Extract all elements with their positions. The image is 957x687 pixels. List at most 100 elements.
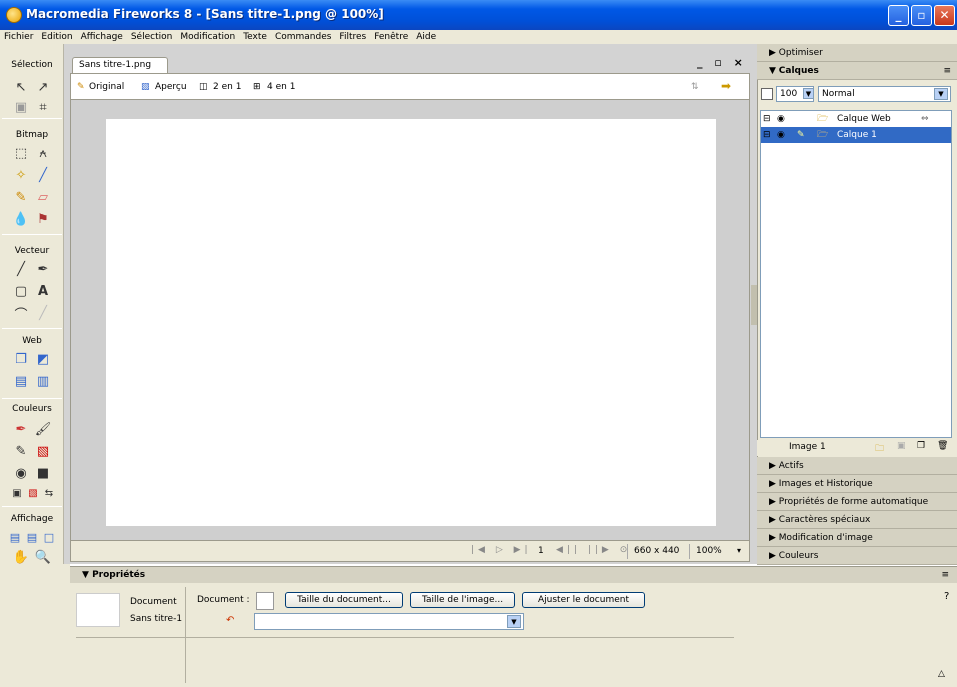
panel-special-characters[interactable]: ▶ Caractères spéciaux xyxy=(757,511,957,529)
panel-options-icon[interactable]: ≡ xyxy=(943,62,951,80)
fit-canvas-button[interactable]: Ajuster le document xyxy=(522,592,645,608)
view-2up-tab[interactable]: 2 en 1 xyxy=(213,82,241,92)
canvas[interactable] xyxy=(106,119,716,526)
export-arrow-icon[interactable]: ➡ xyxy=(721,79,731,93)
share-icon[interactable]: ⇔ xyxy=(921,111,929,127)
canvas-color-swatch[interactable] xyxy=(256,592,274,610)
properties-options-icon[interactable]: ≡ xyxy=(941,567,949,584)
panel-label: Caractères spéciaux xyxy=(778,515,871,525)
help-icon[interactable]: ? xyxy=(944,591,949,602)
paint-bucket-icon[interactable]: 🖌 xyxy=(34,420,52,438)
stroke-color-icon[interactable]: ✎ xyxy=(12,442,30,460)
document-url-select[interactable] xyxy=(254,613,524,630)
menu-filtres[interactable]: Filtres xyxy=(335,30,370,44)
add-mask-icon[interactable]: ▣ xyxy=(897,441,906,451)
menu-commandes[interactable]: Commandes xyxy=(271,30,335,44)
frame-number: 1 xyxy=(538,546,544,556)
marquee-tool-icon[interactable]: ⬚ xyxy=(12,144,30,162)
no-stroke-icon[interactable]: ▧ xyxy=(34,442,52,460)
panel-splitter[interactable] xyxy=(751,285,757,325)
knife-tool-icon[interactable]: ╱ xyxy=(34,304,52,322)
panel-calques-label: Calques xyxy=(778,66,819,76)
menu-fenetre[interactable]: Fenêtre xyxy=(370,30,412,44)
crop-tool-icon[interactable]: ⌗ xyxy=(34,98,52,116)
eraser-tool-icon[interactable]: ▱ xyxy=(34,188,52,206)
menu-aide[interactable]: Aide xyxy=(412,30,440,44)
collapse-icon[interactable]: △ xyxy=(938,669,945,679)
fullscreen-icon[interactable]: □ xyxy=(40,528,58,546)
lasso-tool-icon[interactable]: ⍲ xyxy=(34,144,52,162)
quick-export-icon[interactable]: ⇅ xyxy=(691,82,699,92)
pencil-tool-icon[interactable]: ✎ xyxy=(12,188,30,206)
properties-header[interactable]: ▼ Propriétés ≡ xyxy=(70,566,957,583)
brush-tool-icon[interactable]: ╱ xyxy=(34,166,52,184)
chevron-down-icon[interactable]: ▼ xyxy=(507,615,521,628)
view-preview-tab[interactable]: Aperçu xyxy=(155,82,187,92)
zoom-dropdown-icon[interactable]: ▾ xyxy=(737,546,741,555)
blend-dropdown-icon[interactable]: ▼ xyxy=(934,88,948,100)
blend-mode-select[interactable]: Normal xyxy=(818,86,951,102)
menu-affichage[interactable]: Affichage xyxy=(77,30,127,44)
toolbox-section-vecteur: Vecteur xyxy=(14,246,50,256)
visibility-eye-icon[interactable]: ◉ xyxy=(777,111,785,127)
view-4up-tab[interactable]: 4 en 1 xyxy=(267,82,295,92)
menu-texte[interactable]: Texte xyxy=(239,30,271,44)
document-window-controls[interactable]: _ ▫ × xyxy=(697,56,747,69)
hotspot-tool-icon[interactable]: ❐ xyxy=(12,350,30,368)
rubber-stamp-icon[interactable]: ⚑ xyxy=(34,210,52,228)
playback-controls[interactable]: |◀ ▷ ▶| xyxy=(471,545,532,555)
new-folder-icon[interactable]: 🗀 xyxy=(875,441,884,457)
pen-tool-icon[interactable]: ✒ xyxy=(34,260,52,278)
pointer-tool-icon[interactable]: ↖ xyxy=(12,78,30,96)
close-button[interactable]: ✕ xyxy=(934,5,955,26)
visibility-eye-icon[interactable]: ◉ xyxy=(777,127,785,143)
slice-tool-icon[interactable]: ◩ xyxy=(34,350,52,368)
frame-label: Image 1 xyxy=(789,442,826,452)
properties-title: Propriétés xyxy=(92,570,146,580)
show-slices-icon[interactable]: ▥ xyxy=(34,372,52,390)
standard-mode-icon[interactable]: ▤ xyxy=(6,528,24,546)
expand-icon[interactable]: ⊟ xyxy=(763,111,771,127)
eyedropper-tool-icon[interactable]: ✒ xyxy=(12,420,30,438)
panel-images-historique[interactable]: ▶ Images et Historique xyxy=(757,475,957,493)
menu-selection[interactable]: Sélection xyxy=(127,30,176,44)
image-size-button[interactable]: Taille de l'image... xyxy=(410,592,515,608)
fill-swatch-icon[interactable]: ■ xyxy=(34,464,52,482)
magic-wand-icon[interactable]: ✧ xyxy=(12,166,30,184)
minimize-button[interactable]: _ xyxy=(888,5,909,26)
text-tool-icon[interactable]: A xyxy=(34,282,52,300)
rectangle-tool-icon[interactable]: ▢ xyxy=(12,282,30,300)
swap-colors-icon[interactable]: ⇆ xyxy=(40,484,58,502)
menu-edition[interactable]: Edition xyxy=(37,30,76,44)
panel-couleurs[interactable]: ▶ Couleurs xyxy=(757,547,957,565)
trash-icon[interactable]: 🗑 xyxy=(937,441,948,451)
new-layer-icon[interactable]: ❐ xyxy=(917,441,925,451)
canvas-size-button[interactable]: Taille du document... xyxy=(285,592,403,608)
panel-optimiser[interactable]: ▶ Optimiser xyxy=(757,44,957,62)
menu-modification[interactable]: Modification xyxy=(176,30,239,44)
expand-icon[interactable]: ⊟ xyxy=(763,127,771,143)
panel-auto-shape-properties[interactable]: ▶ Propriétés de forme automatique xyxy=(757,493,957,511)
layer-row-web[interactable]: ⊟ ◉ 🗁 Calque Web ⇔ xyxy=(761,111,951,127)
fill-color-icon[interactable]: ◉ xyxy=(12,464,30,482)
opacity-dropdown-icon[interactable]: ▼ xyxy=(803,88,814,99)
subselect-tool-icon[interactable]: ↗ xyxy=(34,78,52,96)
panel-calques[interactable]: ▼ Calques ≡ xyxy=(757,62,957,80)
panel-actifs[interactable]: ▶ Actifs xyxy=(757,457,957,475)
toolbox-section-couleurs: Couleurs xyxy=(12,404,52,414)
view-original-tab[interactable]: Original xyxy=(89,82,124,92)
line-tool-icon[interactable]: ╱ xyxy=(12,260,30,278)
freeform-tool-icon[interactable]: ⌒ xyxy=(12,304,30,323)
blur-tool-icon[interactable]: 💧 xyxy=(12,210,30,228)
menu-fichier[interactable]: Fichier xyxy=(0,30,37,44)
panel-image-edit[interactable]: ▶ Modification d'image xyxy=(757,529,957,547)
frame-step-controls[interactable]: ◀|| ||▶ ⊙ xyxy=(556,545,631,555)
two-up-icon: ◫ xyxy=(199,82,208,92)
hide-slices-icon[interactable]: ▤ xyxy=(12,372,30,390)
restore-button[interactable]: ▫ xyxy=(911,5,932,26)
panel-label: Images et Historique xyxy=(778,479,873,489)
layer-row-calque-1[interactable]: ⊟ ◉ ✎ 🗁 Calque 1 xyxy=(761,127,951,143)
scale-tool-icon[interactable]: ▣ xyxy=(12,98,30,116)
document-tab[interactable]: Sans titre-1.png xyxy=(72,57,168,73)
fullscreen-menu-icon[interactable]: ▤ xyxy=(23,528,41,546)
